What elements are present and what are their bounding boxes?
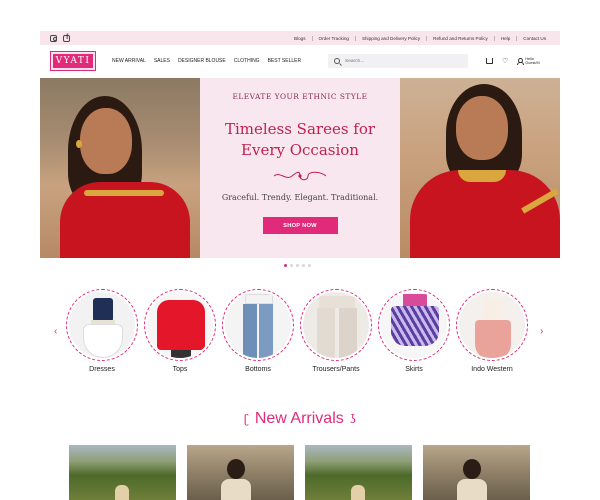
category-image bbox=[69, 292, 135, 358]
category-dresses[interactable]: Dresses bbox=[66, 289, 138, 373]
product-card[interactable] bbox=[187, 445, 294, 500]
category-label: Skirts bbox=[405, 366, 423, 373]
top-links: Blogs Order Tracking Shipping and Delive… bbox=[288, 35, 552, 41]
hero-text-panel: ELEVATE YOUR ETHNIC STYLE Timeless Saree… bbox=[200, 78, 400, 258]
user-name: Guest/M bbox=[525, 61, 540, 66]
hero-image-left bbox=[40, 78, 200, 258]
category-label: Bottoms bbox=[245, 366, 271, 373]
category-prev-arrow[interactable]: ‹ bbox=[54, 326, 57, 337]
category-image-frame bbox=[66, 289, 138, 361]
blogs-link[interactable]: Blogs bbox=[288, 36, 312, 41]
product-card[interactable] bbox=[423, 445, 530, 500]
header-icons: ♡ Hello Guest/M bbox=[486, 57, 540, 66]
category-label: Indo Western bbox=[471, 366, 513, 373]
hero-image-right bbox=[400, 78, 560, 258]
main-header: VYATI NEW ARRIVAL SALES DESIGNER BLOUSE … bbox=[40, 48, 560, 75]
search-input[interactable] bbox=[345, 58, 455, 64]
brand-logo[interactable]: VYATI bbox=[50, 51, 96, 71]
new-arrivals-heading: ʗ New Arrivals ʖ bbox=[0, 410, 600, 428]
category-image bbox=[459, 292, 525, 358]
shipping-policy-link[interactable]: Shipping and Delivery Policy bbox=[356, 36, 426, 41]
hero-carousel-dots bbox=[284, 264, 311, 267]
instagram-icon[interactable] bbox=[50, 34, 57, 42]
main-nav: NEW ARRIVAL SALES DESIGNER BLOUSE CLOTHI… bbox=[112, 58, 301, 64]
hero-banner: ELEVATE YOUR ETHNIC STYLE Timeless Saree… bbox=[40, 78, 560, 258]
help-link[interactable]: Help bbox=[495, 36, 516, 41]
carousel-dot-5[interactable] bbox=[308, 264, 311, 267]
flourish-ornament bbox=[273, 171, 327, 181]
category-label: Trousers/Pants bbox=[312, 366, 360, 373]
contact-us-link[interactable]: Contact Us bbox=[517, 36, 552, 41]
ornament-left-icon: ʗ bbox=[243, 412, 249, 426]
new-arrivals-title: New Arrivals bbox=[254, 410, 344, 427]
nav-sales[interactable]: SALES bbox=[154, 58, 170, 64]
user-icon bbox=[517, 58, 525, 66]
category-image-frame bbox=[300, 289, 372, 361]
top-utility-bar: Blogs Order Tracking Shipping and Delive… bbox=[40, 31, 560, 45]
category-image bbox=[303, 292, 369, 358]
search-icon bbox=[334, 58, 340, 64]
carousel-dot-4[interactable] bbox=[302, 264, 305, 267]
category-image bbox=[225, 292, 291, 358]
category-skirts[interactable]: Skirts bbox=[378, 289, 450, 373]
hero-eyebrow: ELEVATE YOUR ETHNIC STYLE bbox=[232, 92, 368, 101]
category-label: Dresses bbox=[89, 366, 115, 373]
hero-title: Timeless Sarees for Every Occasion bbox=[224, 120, 376, 159]
category-image bbox=[381, 292, 447, 358]
refund-policy-link[interactable]: Refund and Returns Policy bbox=[427, 36, 494, 41]
category-image-frame bbox=[222, 289, 294, 361]
ornament-right-icon: ʖ bbox=[349, 412, 357, 426]
new-arrivals-grid bbox=[69, 445, 530, 500]
carousel-dot-2[interactable] bbox=[290, 264, 293, 267]
page: Blogs Order Tracking Shipping and Delive… bbox=[0, 0, 600, 500]
category-next-arrow[interactable]: › bbox=[540, 326, 543, 337]
product-card[interactable] bbox=[305, 445, 412, 500]
carousel-dot-1[interactable] bbox=[284, 264, 287, 267]
category-image bbox=[147, 292, 213, 358]
nav-clothing[interactable]: CLOTHING bbox=[234, 58, 260, 64]
order-tracking-link[interactable]: Order Tracking bbox=[313, 36, 355, 41]
category-tops[interactable]: Tops bbox=[144, 289, 216, 373]
cart-icon[interactable] bbox=[486, 58, 493, 65]
user-greeting: Hello Guest/M bbox=[525, 57, 539, 66]
category-image-frame bbox=[456, 289, 528, 361]
carousel-dot-3[interactable] bbox=[296, 264, 299, 267]
category-image-frame bbox=[144, 289, 216, 361]
category-label: Tops bbox=[172, 366, 188, 373]
search-bar[interactable] bbox=[328, 54, 468, 68]
nav-new-arrival[interactable]: NEW ARRIVAL bbox=[112, 58, 146, 64]
product-card[interactable] bbox=[69, 445, 176, 500]
shop-now-button[interactable]: SHOP NOW bbox=[262, 217, 338, 234]
user-account[interactable]: Hello Guest/M bbox=[517, 57, 540, 66]
nav-best-seller[interactable]: BEST SELLER bbox=[268, 58, 302, 64]
heart-icon[interactable]: ♡ bbox=[502, 58, 508, 65]
social-links bbox=[50, 34, 70, 42]
nav-designer-blouse[interactable]: DESIGNER BLOUSE bbox=[178, 58, 226, 64]
category-indo-western[interactable]: Indo Western bbox=[456, 289, 528, 373]
hero-subtitle: Graceful. Trendy. Elegant. Traditional. bbox=[221, 193, 379, 202]
category-image-frame bbox=[378, 289, 450, 361]
category-bottoms[interactable]: Bottoms bbox=[222, 289, 294, 373]
category-trousers-pants[interactable]: Trousers/Pants bbox=[300, 289, 372, 373]
facebook-icon[interactable] bbox=[63, 34, 70, 42]
category-list: Dresses Tops Bottoms Trousers/Pants Skir… bbox=[66, 289, 528, 373]
